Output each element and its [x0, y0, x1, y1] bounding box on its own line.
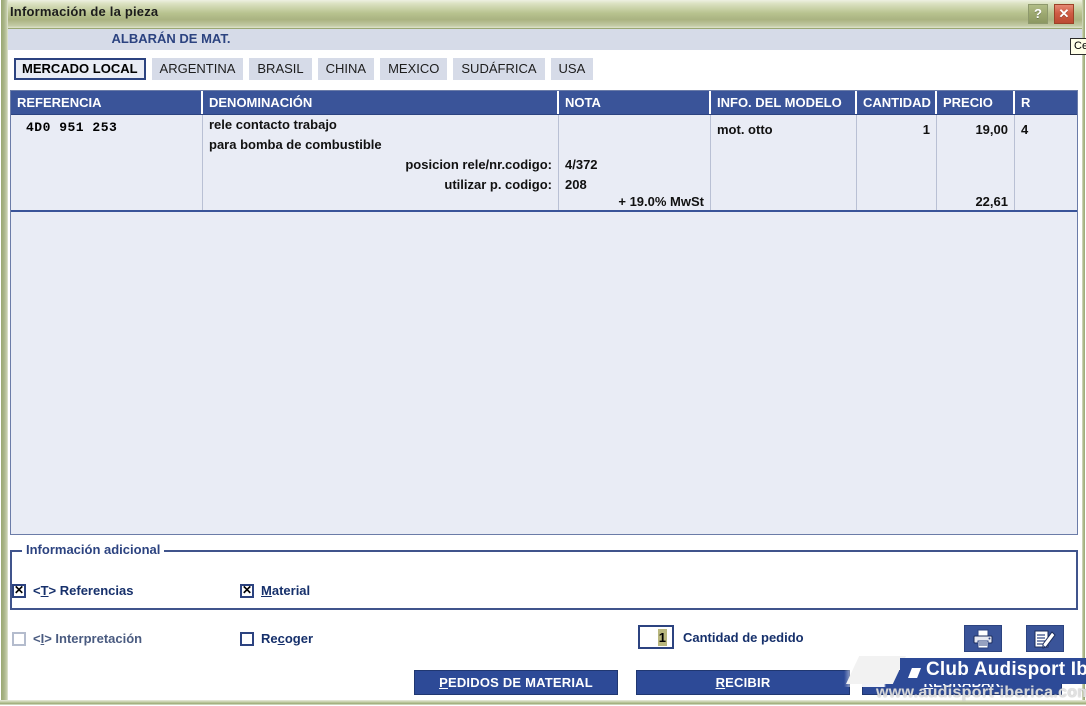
edit-document-button[interactable]: [1026, 625, 1064, 652]
detail-value-posicion: 4/372: [565, 157, 598, 172]
checkbox-interpretacion[interactable]: <I> Interpretación: [12, 631, 142, 646]
column-header-referencia[interactable]: REFERENCIA: [11, 91, 203, 114]
edit-document-icon: [1034, 630, 1056, 649]
pedidos-de-material-label: PEDIDOS DE MATERIAL: [439, 675, 593, 690]
window-border-right: [1082, 0, 1086, 706]
help-button[interactable]: ?: [1028, 4, 1048, 24]
denominacion-line-1: rele contacto trabajo: [209, 117, 337, 132]
tooltip: Ce: [1070, 38, 1086, 55]
checkbox-referencias[interactable]: <T> Referencias: [12, 583, 133, 598]
detail-value-codigo: 208: [565, 177, 587, 192]
tax-label: + 19.0% MwSt: [618, 194, 704, 209]
recibir-button[interactable]: RECIBIR: [636, 670, 850, 695]
referencia-value: 4D0 951 253: [26, 120, 118, 135]
tab-sud-frica[interactable]: SUDÁFRICA: [453, 58, 545, 80]
checkbox-label-recoger: Recoger: [261, 631, 314, 646]
parts-table: REFERENCIA DENOMINACIÓN NOTA INFO. DEL M…: [10, 90, 1078, 535]
detail-label-posicion: posicion rele/nr.codigo:: [405, 157, 552, 172]
regrabar-button[interactable]: REGRABAR: [862, 670, 1062, 695]
close-icon[interactable]: ✕: [1054, 4, 1074, 24]
cell-nota: 4/372 208 + 19.0% MwSt: [559, 115, 711, 210]
tab-usa[interactable]: USA: [550, 58, 594, 80]
checkbox-box-material[interactable]: [240, 583, 254, 598]
checkbox-material[interactable]: Material: [240, 583, 310, 598]
recibir-label: RECIBIR: [715, 675, 771, 690]
window-title: Información de la pieza: [10, 4, 159, 19]
cell-precio: 19,00 22,61: [937, 115, 1015, 210]
column-header-nota[interactable]: NOTA: [559, 91, 711, 114]
column-header-cantidad[interactable]: CANTIDAD: [857, 91, 937, 114]
table-row[interactable]: 4D0 951 253 rele contacto trabajo para b…: [11, 115, 1077, 212]
additional-info-input[interactable]: [16, 556, 1072, 604]
precio-total-value: 22,61: [975, 194, 1008, 209]
order-quantity-group: 1 Cantidad de pedido: [638, 625, 804, 649]
window-border-left: [0, 0, 8, 706]
additional-info-legend: Información adicional: [22, 542, 165, 557]
tab-argentina[interactable]: ARGENTINA: [151, 58, 244, 80]
column-header-precio[interactable]: PRECIO: [937, 91, 1015, 114]
column-header-denominacion[interactable]: DENOMINACIÓN: [203, 91, 559, 114]
content-pane: MERCADO LOCAL ARGENTINA BRASIL CHINA MEXICO S…: [8, 50, 1082, 700]
checkbox-box-recoger[interactable]: [240, 631, 254, 646]
cell-cantidad: 1: [857, 115, 937, 210]
detail-label-codigo: utilizar p. codigo:: [444, 177, 552, 192]
tab-mexico[interactable]: MEXICO: [380, 58, 448, 80]
checkbox-box-referencias[interactable]: [12, 583, 26, 598]
order-quantity-input[interactable]: 1: [638, 625, 674, 649]
pedidos-de-material-button[interactable]: PEDIDOS DE MATERIAL: [414, 670, 618, 695]
order-quantity-label: Cantidad de pedido: [683, 629, 804, 645]
info-modelo-value: mot. otto: [717, 122, 773, 137]
cantidad-value: 1: [922, 122, 930, 137]
tab-brasil[interactable]: BRASIL: [249, 58, 312, 80]
market-tabs: MERCADO LOCAL ARGENTINA BRASIL CHINA MEXICO S…: [14, 58, 594, 80]
checkbox-box-interpretacion[interactable]: [12, 631, 26, 646]
r-value: 4: [1021, 122, 1029, 137]
additional-info-fieldset: Información adicional: [10, 542, 1078, 610]
part-information-window: Información de la pieza ? ✕ ALBARÁN DE M…: [0, 0, 1086, 706]
page-title: ALBARÁN DE MAT.: [111, 31, 231, 46]
print-button[interactable]: [964, 625, 1002, 652]
column-header-info-modelo[interactable]: INFO. DEL MODELO: [711, 91, 857, 114]
column-header-r[interactable]: R: [1015, 91, 1077, 114]
cell-denominacion: rele contacto trabajo para bomba de comb…: [203, 115, 559, 210]
checkbox-label-interpretacion: <I> Interpretación: [33, 631, 143, 646]
checkbox-label-referencias: <T> Referencias: [33, 583, 134, 598]
cell-referencia: 4D0 951 253: [11, 115, 203, 210]
checkbox-label-material: Material: [261, 583, 311, 598]
denominacion-line-2: para bomba de combustible: [209, 137, 382, 152]
print-icon: [973, 629, 993, 648]
table-header-row: REFERENCIA DENOMINACIÓN NOTA INFO. DEL M…: [11, 91, 1077, 115]
precio-value: 19,00: [975, 122, 1008, 137]
checkbox-recoger[interactable]: Recoger: [240, 631, 313, 646]
window-border-bottom: [0, 700, 1086, 706]
tab-mercado-local[interactable]: MERCADO LOCAL: [14, 58, 146, 80]
tab-china[interactable]: CHINA: [317, 58, 375, 80]
regrabar-label: REGRABAR: [923, 675, 1001, 690]
banner-bar: ALBARÁN DE MAT.: [8, 29, 1082, 50]
title-bar: Información de la pieza ? ✕: [0, 0, 1086, 29]
cell-r: 4: [1015, 115, 1077, 210]
cell-info-modelo: mot. otto: [711, 115, 857, 210]
